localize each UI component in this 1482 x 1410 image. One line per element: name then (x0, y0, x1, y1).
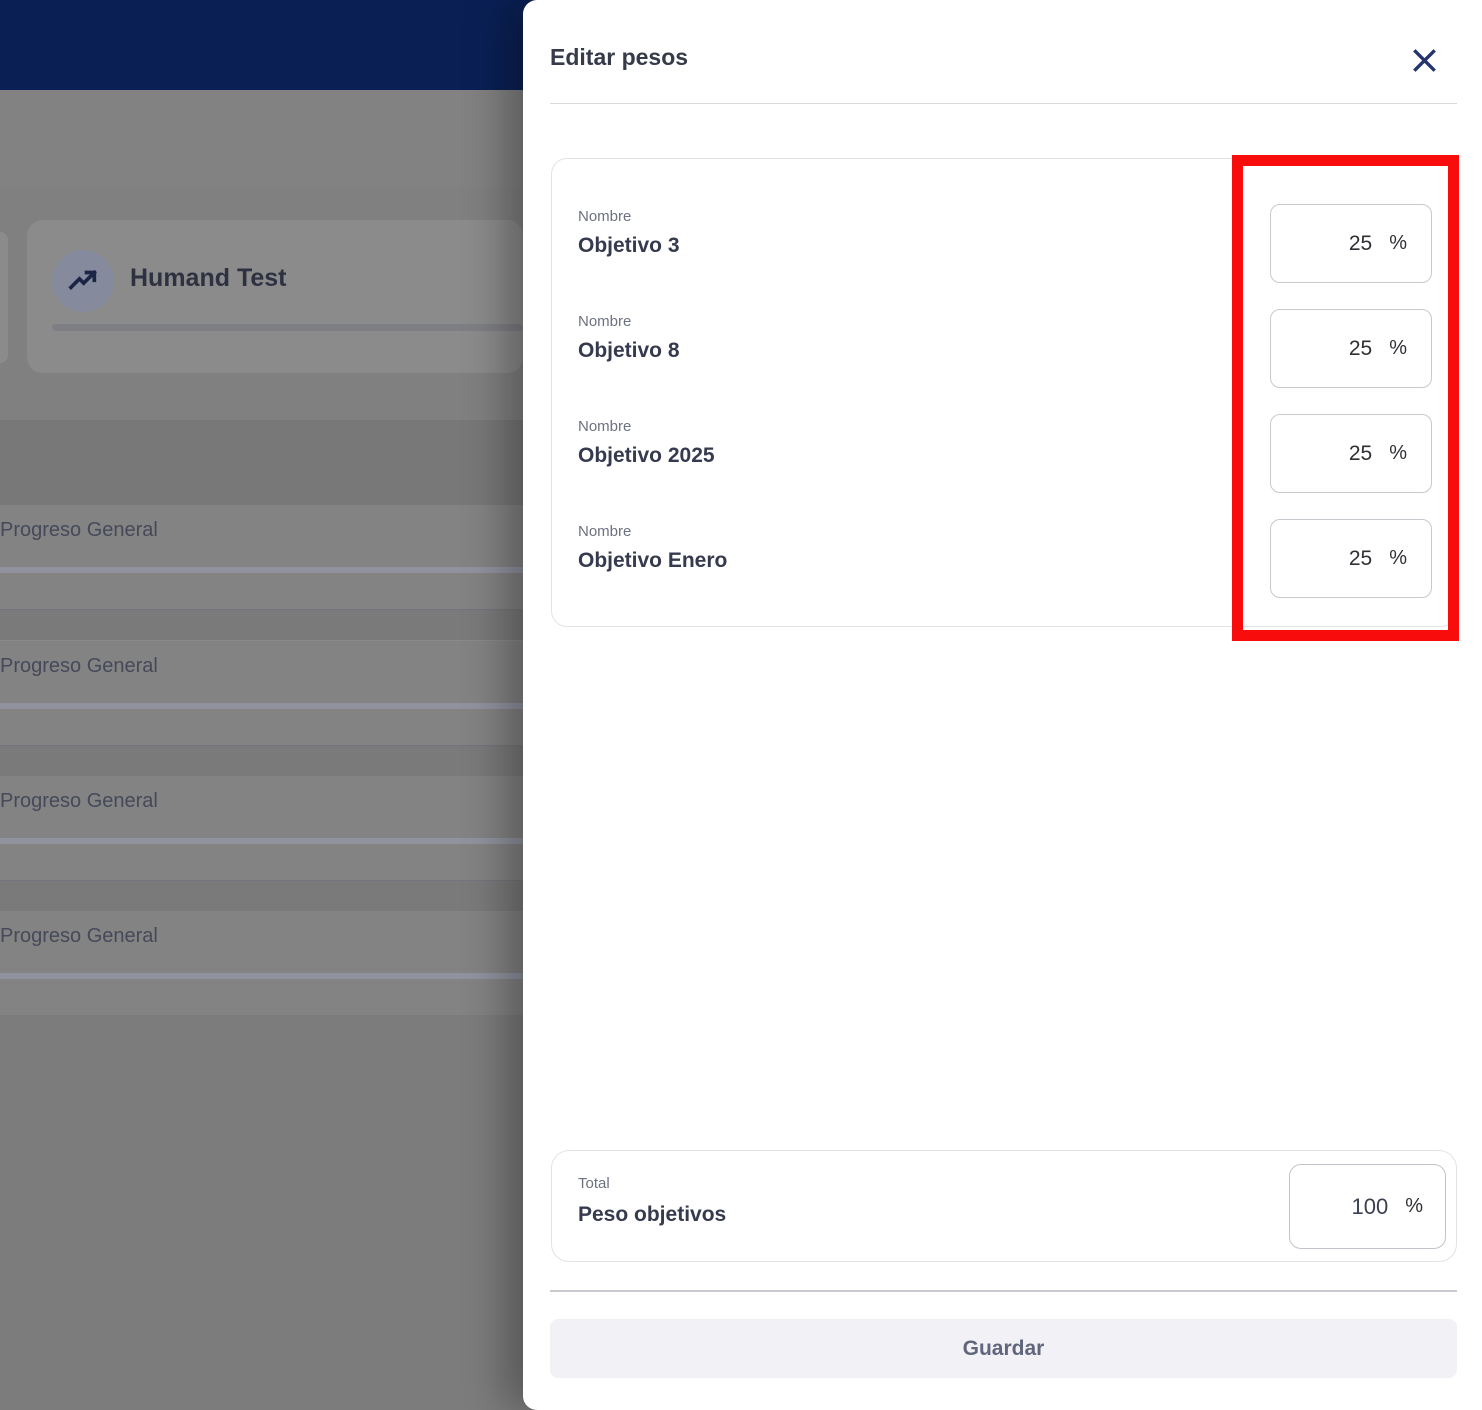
panel-title: Editar pesos (550, 44, 689, 70)
footer-divider (550, 1290, 1457, 1292)
close-button[interactable] (1404, 40, 1444, 80)
total-input[interactable] (1304, 1193, 1389, 1220)
objective-name: Objetivo 2025 (578, 444, 715, 467)
objective-name: Objetivo 3 (578, 234, 680, 257)
progress-row-label: Progreso General (0, 519, 158, 541)
weight-input-box: % (1270, 519, 1432, 598)
objective-row: Nombre Objetivo 3 % (552, 204, 1456, 284)
weight-input-box: % (1270, 204, 1432, 283)
progress-row: Progreso General (0, 505, 523, 609)
goal-card-title: Humand Test (130, 264, 287, 292)
percent-unit: % (1405, 1195, 1423, 1217)
adjacent-card-edge (0, 232, 8, 363)
weight-input-box: % (1270, 309, 1432, 388)
close-icon (1412, 48, 1436, 72)
percent-unit: % (1389, 442, 1407, 464)
objective-name: Objetivo Enero (578, 549, 728, 572)
objective-row: Nombre Objetivo Enero % (552, 519, 1456, 599)
row-gap (0, 745, 523, 777)
header-divider (550, 103, 1457, 104)
progress-row-track (0, 973, 523, 979)
progress-row-label: Progreso General (0, 925, 158, 947)
save-button[interactable]: Guardar (550, 1319, 1457, 1378)
objective-row: Nombre Objetivo 2025 % (552, 414, 1456, 494)
progress-row-track (0, 838, 523, 844)
weight-input[interactable] (1285, 231, 1373, 256)
weight-input[interactable] (1285, 441, 1373, 466)
objective-row: Nombre Objetivo 8 % (552, 309, 1456, 389)
objective-name: Objetivo 8 (578, 339, 680, 362)
percent-unit: % (1389, 232, 1407, 254)
trending-up-icon (52, 250, 114, 312)
total-name: Peso objetivos (578, 1203, 727, 1226)
total-input-box: % (1289, 1164, 1446, 1249)
weight-input-box: % (1270, 414, 1432, 493)
weight-input[interactable] (1285, 336, 1373, 361)
weight-input[interactable] (1285, 546, 1373, 571)
percent-unit: % (1389, 337, 1407, 359)
progress-row-label: Progreso General (0, 790, 158, 812)
total-label: Total (578, 1175, 610, 1192)
field-label: Nombre (578, 418, 632, 435)
progress-row: Progreso General (0, 776, 523, 880)
goal-card: Humand Test (27, 220, 523, 373)
field-label: Nombre (578, 523, 632, 540)
progress-row-label: Progreso General (0, 655, 158, 677)
percent-unit: % (1389, 547, 1407, 569)
progress-row: Progreso General (0, 641, 523, 745)
progress-row-track (0, 703, 523, 709)
total-card: Total Peso objetivos % (551, 1150, 1457, 1262)
row-gap (0, 609, 523, 641)
progress-row: Progreso General (0, 911, 523, 1015)
field-label: Nombre (578, 313, 632, 330)
weights-card: Nombre Objetivo 3 % Nombre Objetivo 8 % … (551, 158, 1457, 627)
edit-weights-panel: Editar pesos Nombre Objetivo 3 % Nombre … (523, 0, 1482, 1410)
row-gap (0, 880, 523, 912)
progress-row-track (0, 567, 523, 573)
field-label: Nombre (578, 208, 632, 225)
goal-progress-bar (52, 324, 523, 331)
